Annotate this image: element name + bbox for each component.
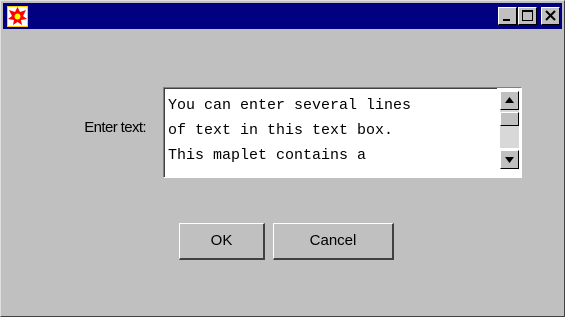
close-button[interactable] — [541, 7, 560, 25]
maximize-button[interactable] — [518, 7, 537, 25]
vertical-scrollbar[interactable] — [497, 88, 521, 177]
maplet-window: Enter text: You can enter several lines … — [0, 0, 565, 317]
text-line: of text in this text box. — [168, 122, 394, 139]
scroll-up-button[interactable] — [500, 91, 519, 110]
maximize-icon — [522, 10, 533, 21]
text-line: You can enter several lines — [168, 97, 412, 114]
text-area-content[interactable]: You can enter several lines of text in t… — [168, 93, 488, 168]
maple-leaf-icon — [7, 6, 28, 27]
arrow-up-icon — [505, 97, 514, 103]
scrollbar-thumb[interactable] — [500, 112, 519, 126]
title-bar[interactable] — [3, 3, 562, 29]
text-area[interactable]: You can enter several lines of text in t… — [163, 87, 522, 178]
enter-text-label: Enter text: — [84, 119, 146, 136]
arrow-down-icon — [505, 157, 514, 163]
scroll-down-button[interactable] — [500, 150, 519, 169]
ok-button[interactable]: OK — [179, 223, 265, 260]
text-line: This maplet contains a — [168, 147, 367, 164]
close-icon — [545, 10, 556, 21]
minimize-icon — [503, 19, 510, 21]
cancel-button[interactable]: Cancel — [273, 223, 394, 260]
minimize-button[interactable] — [498, 7, 517, 25]
